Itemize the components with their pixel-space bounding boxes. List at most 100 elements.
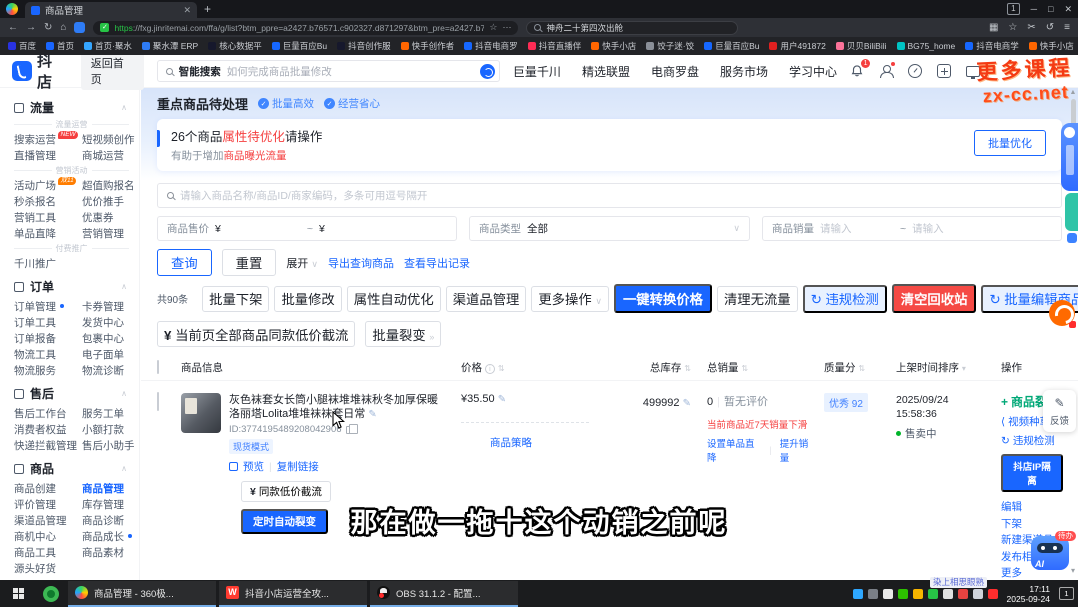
batch-optimize-button[interactable]: 批量优化 <box>974 130 1046 156</box>
history-undo-icon[interactable]: ↺ <box>1046 22 1054 33</box>
sales-max-input[interactable] <box>912 223 986 235</box>
violation-check-button[interactable]: ↻ 违规检测 <box>803 285 887 313</box>
tab-close-icon[interactable]: ✕ <box>183 5 191 16</box>
sidebar-section-aftersale[interactable]: 售后∧ <box>14 385 139 402</box>
export-goods-link[interactable]: 导出查询商品 <box>328 255 394 271</box>
channel-goods-button[interactable]: 渠道品管理 <box>446 286 527 312</box>
bookmark-item[interactable]: 用户491872 <box>769 40 825 52</box>
goods-strategy-link[interactable]: 商品策略 <box>461 435 561 450</box>
sidebar-item-card-coupon[interactable]: 卡券管理 <box>82 298 139 314</box>
new-tab-button[interactable]: + <box>204 3 211 15</box>
browser-tab[interactable]: 商品管理 ✕ <box>25 2 197 18</box>
price-min-input[interactable] <box>227 223 301 235</box>
col-time-sort[interactable]: 上架时间排序 ▾ <box>896 360 1001 375</box>
sidebar-section-order[interactable]: 订单∧ <box>14 278 139 295</box>
sidebar-item-supervalue[interactable]: 超值购报名 <box>82 177 139 193</box>
edit-icon[interactable]: ✎ <box>683 398 691 409</box>
sidebar-item-goods-tools[interactable]: 商品工具 <box>14 544 82 560</box>
browser-search-box[interactable]: 神舟二十第四次出舱 <box>526 21 738 35</box>
batch-fission-button[interactable]: 批量裂变 » <box>365 321 441 347</box>
floating-service-widget[interactable] <box>1065 193 1078 231</box>
same-lowprice-button[interactable]: ¥同款低价截流 <box>241 481 331 502</box>
page-lowprice-intercept-button[interactable]: ¥ 当前页全部商品同款低价截流 <box>157 321 355 347</box>
edit-icon[interactable]: ✎ <box>368 409 376 420</box>
home-icon[interactable]: ⌂ <box>60 22 66 33</box>
favorites-icon[interactable]: ☆ <box>1008 22 1017 33</box>
sidebar-item-e-waybill[interactable]: 电子面单 <box>82 346 139 362</box>
apps-grid-icon[interactable]: ▦ <box>989 22 998 33</box>
bell-icon[interactable]: 1 <box>850 64 864 78</box>
back-home-button[interactable]: 返回首页 <box>81 52 144 90</box>
ecommerce-mascot-icon[interactable] <box>1049 300 1075 326</box>
sidebar-item-package-center[interactable]: 包裹中心 <box>82 330 139 346</box>
forward-icon[interactable]: → <box>26 22 36 33</box>
sidebar-item-qianchuan-promo[interactable]: 千川推广 <box>14 255 82 271</box>
goods-type-select[interactable]: 商品类型 全部 ∨ <box>469 216 750 241</box>
expand-filters-link[interactable]: 展开 ∨ <box>286 255 318 271</box>
doudian-logo[interactable]: 抖店 <box>12 50 68 92</box>
empty-recycle-button[interactable]: 清空回收站 <box>892 284 977 313</box>
sidebar-item-order-report[interactable]: 订单报备 <box>14 330 82 346</box>
tray-icon[interactable] <box>913 589 923 599</box>
screenshot-icon[interactable]: ✂ <box>1027 22 1035 33</box>
sidebar-item-small-payment[interactable]: 小额打款 <box>82 421 139 437</box>
bookmark-item[interactable]: 巨量百应Bu <box>704 40 759 52</box>
edit-icon[interactable]: ✎ <box>498 394 506 405</box>
sidebar-item-aftersale-bench[interactable]: 售后工作台 <box>14 405 82 421</box>
bookmark-item[interactable]: 抖音电商罗 <box>464 40 518 52</box>
tray-icon[interactable] <box>988 589 998 599</box>
sales-range-filter[interactable]: 商品销量 ~ <box>762 216 1062 241</box>
copy-link[interactable]: 复制链接 <box>277 459 319 474</box>
row-checkbox[interactable] <box>157 392 159 411</box>
bookmark-item[interactable]: 贝贝BiliBili <box>836 40 887 52</box>
batch-edit-button[interactable]: 批量修改 <box>274 286 341 312</box>
bookmark-item[interactable]: 快手创作者 <box>401 40 455 52</box>
col-stock[interactable]: 总库存 ⇅ <box>596 360 691 375</box>
sidebar-item-flashsale[interactable]: 秒杀报名 <box>14 193 82 209</box>
bookmark-item[interactable]: 快手小店 <box>591 40 636 52</box>
boost-sales-link[interactable]: 提升销量 <box>780 436 816 464</box>
pinned-app-icon[interactable] <box>43 586 59 602</box>
refresh-icon[interactable]: ↻ <box>44 22 52 33</box>
ai-search-icon[interactable] <box>480 64 495 79</box>
sidebar-item-activity-plaza[interactable]: 活动广场双11 <box>14 177 82 193</box>
sidebar-item-single-drop[interactable]: 单品直降 <box>14 225 82 241</box>
price-max-input[interactable] <box>331 223 405 235</box>
taskbar-app-obs[interactable]: OBS 31.1.2 - 配置... <box>370 581 518 607</box>
sidebar-item-goods-mgmt[interactable]: 商品管理 <box>82 480 139 496</box>
clock[interactable]: 17:112025-09-24 <box>1007 584 1050 604</box>
browser-logo-icon[interactable] <box>6 3 18 15</box>
more-actions-button[interactable]: 更多操作 ∨ <box>531 286 609 312</box>
convert-price-button[interactable]: 一键转换价格 <box>614 284 712 313</box>
nav-fuwu[interactable]: 服务市场 <box>720 63 768 80</box>
bookmark-item[interactable]: 饺子迷·饺 <box>646 40 694 52</box>
app-search-box[interactable]: 智能搜索 如何完成商品批量修改 <box>157 60 500 82</box>
tray-icon-network[interactable] <box>973 589 983 599</box>
preview-link[interactable]: 预览 <box>243 459 264 474</box>
floating-activity-widget[interactable] <box>1061 123 1078 191</box>
sidebar-section-goods[interactable]: 商品∧ <box>14 460 139 477</box>
sidebar-item-coupon[interactable]: 优惠券 <box>82 209 139 225</box>
export-log-link[interactable]: 查看导出记录 <box>404 255 470 271</box>
bookmark-item[interactable]: BG75_home <box>897 41 956 51</box>
feedback-button[interactable]: ✎ 反馈 <box>1043 390 1076 432</box>
bookmark-item[interactable]: 首页·聚水 <box>84 40 132 52</box>
url-omnibox[interactable]: ✓ https://fxg.jinritemai.com/ffa/g/list?… <box>93 21 518 35</box>
attr-auto-optimize-button[interactable]: 属性自动优化 <box>347 286 441 312</box>
tray-icon-volume[interactable] <box>958 589 968 599</box>
sidebar-item-goods-material[interactable]: 商品素材 <box>82 544 139 560</box>
taskbar-app-wps[interactable]: W抖音小店运营全攻... <box>219 581 367 607</box>
ai-assistant-button[interactable]: AI 待办 <box>1031 536 1069 570</box>
ip-isolate-button[interactable]: 抖店IP隔离 <box>1001 454 1063 492</box>
bookmark-item[interactable]: 快手小店 <box>1029 40 1074 52</box>
clean-noflow-button[interactable]: 清理无流量 <box>717 286 798 312</box>
query-button[interactable]: 查询 <box>157 249 212 276</box>
close-button[interactable]: ✕ <box>1064 4 1072 15</box>
product-image[interactable] <box>181 393 221 433</box>
extension-icon[interactable] <box>74 22 85 33</box>
copy-icon[interactable] <box>346 426 353 434</box>
sidebar-item-marketing-mgmt[interactable]: 营销管理 <box>82 225 139 241</box>
nav-luopan[interactable]: 电商罗盘 <box>651 63 699 80</box>
bookmark-item[interactable]: 首页 <box>46 40 74 52</box>
account-icon[interactable] <box>879 64 893 78</box>
